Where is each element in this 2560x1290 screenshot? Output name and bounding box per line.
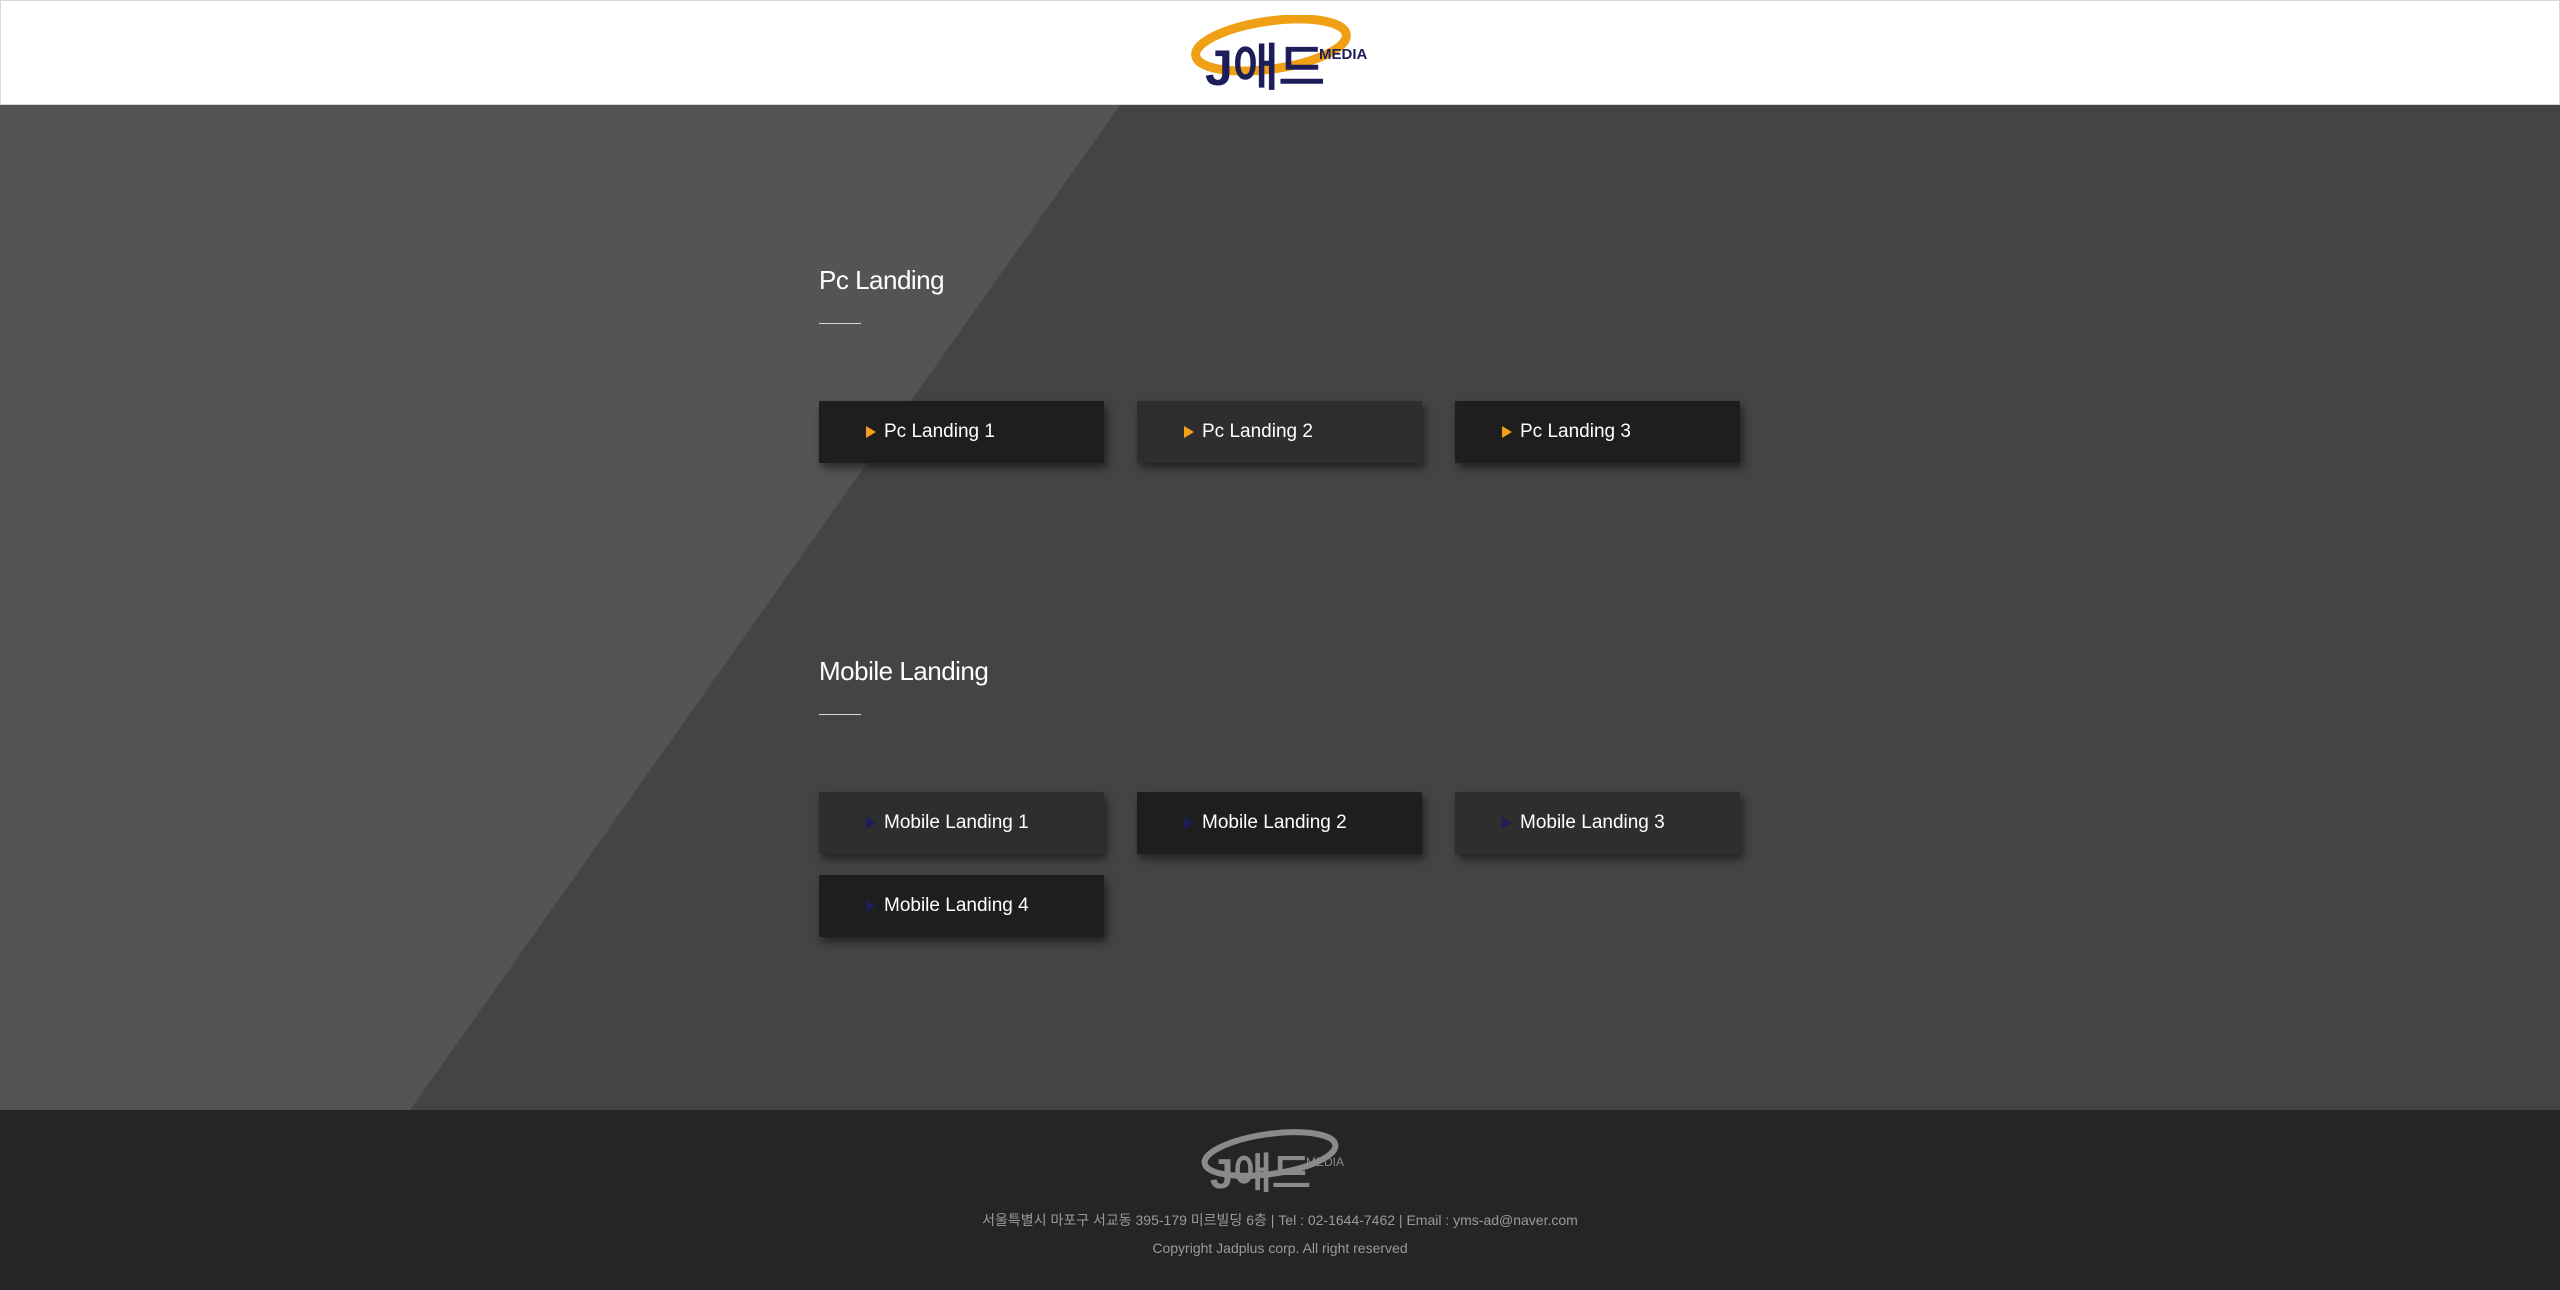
button-label: Pc Landing 3	[1520, 421, 1631, 442]
pc-landing-2-button[interactable]: Pc Landing 2	[1137, 401, 1422, 463]
site-footer: J애드 MEDIA 서울특별시 마포구 서교동 395-179 미르빌딩 6층 …	[0, 1110, 2560, 1290]
play-arrow-icon	[866, 426, 876, 438]
main-area: Pc Landing Pc Landing 1 Pc Landing 2 Pc …	[0, 105, 2560, 1110]
play-arrow-icon	[866, 900, 876, 912]
logo-sub: MEDIA	[1319, 46, 1368, 63]
jad-media-logo[interactable]: J애드 MEDIA	[1191, 15, 1371, 91]
footer-logo-text: J애드	[1210, 1150, 1311, 1192]
button-label: Pc Landing 2	[1202, 421, 1313, 442]
play-arrow-icon	[866, 817, 876, 829]
mobile-landing-4-button[interactable]: Mobile Landing 4	[819, 875, 1104, 937]
play-arrow-icon	[1184, 426, 1194, 438]
site-header: J애드 MEDIA	[0, 0, 2560, 105]
background-diagonal	[0, 105, 1120, 1110]
pc-section-title: Pc Landing	[819, 265, 945, 295]
button-label: Mobile Landing 3	[1520, 812, 1665, 833]
play-arrow-icon	[1502, 426, 1512, 438]
logo-text: J애드	[1205, 40, 1325, 91]
mobile-landing-3-button[interactable]: Mobile Landing 3	[1455, 792, 1740, 854]
play-arrow-icon	[1184, 817, 1194, 829]
button-label: Mobile Landing 4	[884, 895, 1029, 916]
footer-copyright: Copyright Jadplus corp. All right reserv…	[1152, 1240, 1408, 1256]
button-label: Pc Landing 1	[884, 421, 995, 442]
mobile-landing-1-button[interactable]: Mobile Landing 1	[819, 792, 1104, 854]
footer-logo-sub: MEDIA	[1306, 1155, 1344, 1169]
footer-address: 서울특별시 마포구 서교동 395-179 미르빌딩 6층 | Tel : 02…	[982, 1212, 1578, 1228]
mobile-title-underline	[819, 714, 861, 715]
pc-title-underline	[819, 323, 861, 324]
play-arrow-icon	[1502, 817, 1512, 829]
pc-landing-1-button[interactable]: Pc Landing 1	[819, 401, 1104, 463]
footer-logo: J애드 MEDIA	[1201, 1129, 1344, 1192]
button-label: Mobile Landing 2	[1202, 812, 1347, 833]
button-label: Mobile Landing 1	[884, 812, 1029, 833]
pc-landing-3-button[interactable]: Pc Landing 3	[1455, 401, 1740, 463]
mobile-landing-2-button[interactable]: Mobile Landing 2	[1137, 792, 1422, 854]
mobile-section-title: Mobile Landing	[819, 656, 989, 686]
